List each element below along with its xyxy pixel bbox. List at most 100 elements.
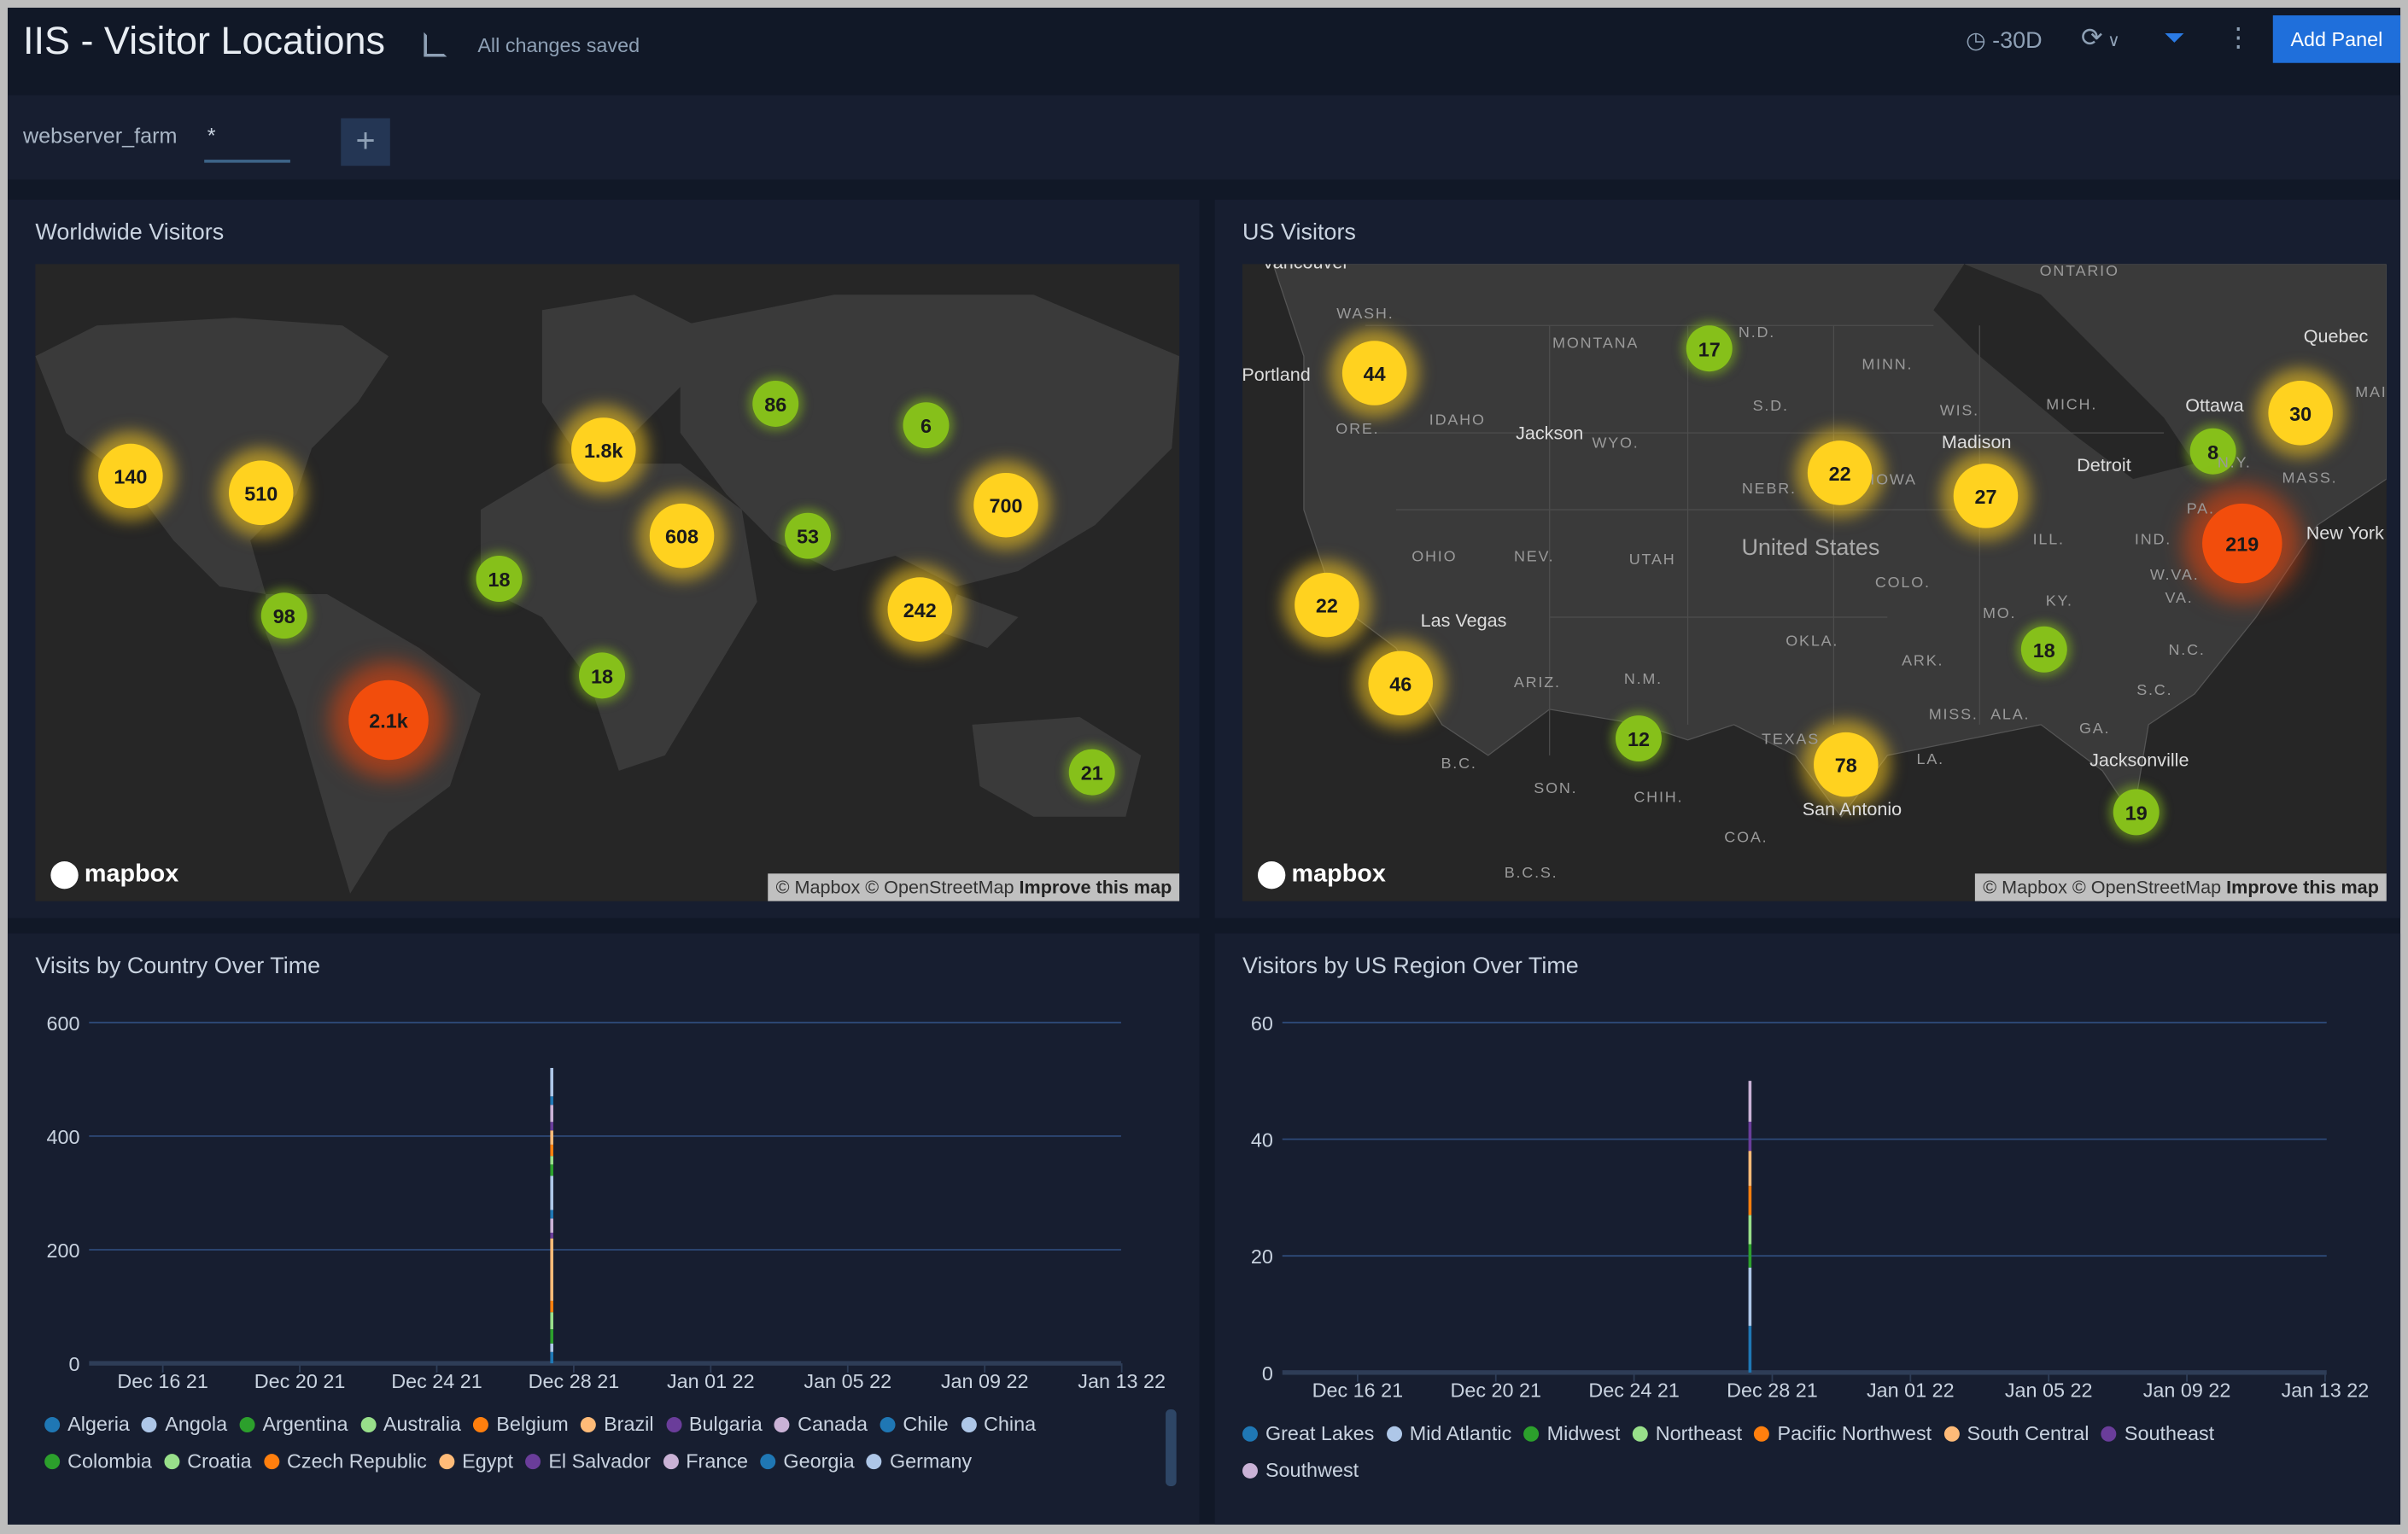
state-label: MINN. [1862, 357, 1914, 374]
legend-swatch [665, 1416, 681, 1432]
map-cluster-marker[interactable]: 18 [2020, 626, 2067, 673]
map-cluster-marker[interactable]: 1.8k [571, 417, 636, 482]
filter-bar: webserver_farm * + [7, 95, 2401, 180]
map-cluster-marker[interactable]: 27 [1953, 464, 2019, 528]
map-cluster-marker[interactable]: 22 [1807, 440, 1873, 505]
state-label: N.M. [1623, 671, 1663, 689]
legend-label: Colombia [67, 1449, 152, 1473]
legend-scrollbar[interactable] [1166, 1409, 1177, 1486]
legend-item[interactable]: Northeast [1632, 1421, 1742, 1444]
visitors-by-us-region-panel: Visitors by US Region Over Time 0 20 40 60 D… [1214, 933, 2401, 1525]
mapbox-logo[interactable]: mapbox [1257, 860, 1386, 889]
legend-item[interactable]: Southwest [1242, 1459, 1359, 1482]
legend-swatch [525, 1453, 541, 1469]
legend-item[interactable]: Pacific Northwest [1754, 1421, 1932, 1444]
legend-item[interactable]: Midwest [1523, 1421, 1620, 1444]
legend-item[interactable]: El Salvador [525, 1449, 651, 1473]
us-map[interactable]: mapbox © Mapbox © OpenStreetMap Improve … [1242, 264, 2387, 901]
mapbox-icon [50, 860, 79, 889]
legend-item[interactable]: Great Lakes [1242, 1421, 1374, 1444]
map-cluster-marker[interactable]: 608 [649, 503, 715, 569]
add-panel-button[interactable]: Add Panel [2272, 15, 2401, 63]
map-cluster-marker[interactable]: 21 [1068, 749, 1115, 796]
map-cluster-marker[interactable]: 6 [903, 402, 950, 449]
legend-label: Canada [798, 1412, 868, 1436]
map-cluster-marker[interactable]: 46 [1368, 650, 1434, 716]
map-cluster-marker[interactable]: 30 [2268, 381, 2333, 446]
improve-map-link[interactable]: Improve this map [2226, 877, 2379, 898]
legend-item[interactable]: Egypt [439, 1449, 513, 1473]
legend-item[interactable]: Bulgaria [665, 1413, 763, 1436]
map-cluster-marker[interactable]: 2.1k [348, 680, 429, 761]
state-label: MICH. [2046, 396, 2098, 414]
visitors-by-region-chart[interactable]: 0 20 40 60 Dec 16 21 Dec 20 21 Dec 24 21 Dec 28… [1215, 933, 2400, 1409]
map-cluster-marker[interactable]: 18 [579, 652, 625, 699]
legend-item[interactable]: Canada [774, 1413, 868, 1436]
legend-swatch [663, 1453, 679, 1469]
y-tick-label: 400 [47, 1126, 80, 1148]
time-range-button[interactable]: ◷ -30D [1966, 26, 2043, 54]
filter-value-input[interactable]: * [204, 123, 290, 163]
bar-segment [550, 1218, 553, 1234]
state-label: WYO. [1592, 435, 1639, 452]
legend-label: Czech Republic [287, 1449, 427, 1473]
worldwide-map[interactable]: mapbox © Mapbox © OpenStreetMap Improve … [35, 264, 1180, 901]
refresh-button[interactable]: ⟳ ∨ [2081, 23, 2120, 54]
attribution-text[interactable]: © Mapbox © OpenStreetMap [1983, 877, 2221, 898]
map-cluster-marker[interactable]: 98 [260, 592, 307, 639]
state-label: MASS. [2282, 470, 2338, 488]
map-cluster-marker[interactable]: 17 [1686, 325, 1733, 372]
y-tick-label: 0 [1262, 1362, 1273, 1385]
legend-item[interactable]: Czech Republic [264, 1449, 427, 1473]
legend-label: Mid Atlantic [1409, 1421, 1512, 1445]
legend-item[interactable]: Algeria [44, 1413, 130, 1436]
legend-item[interactable]: Angola [142, 1413, 227, 1436]
refresh-icon: ⟳ [2080, 22, 2103, 53]
map-cluster-marker[interactable]: 242 [887, 577, 953, 642]
improve-map-link[interactable]: Improve this map [1020, 877, 1172, 898]
map-cluster-marker[interactable]: 12 [1616, 715, 1662, 762]
more-options-icon[interactable]: ⋮ [2225, 23, 2252, 54]
map-cluster-marker[interactable]: 700 [973, 472, 1038, 538]
visits-by-country-chart[interactable]: 0 200 400 600 Dec 16 21 Dec 20 21 Dec 24 21 Dec… [8, 933, 1200, 1394]
legend-item[interactable]: Croatia [164, 1449, 252, 1473]
state-label: LA. [1916, 751, 1944, 769]
share-icon[interactable] [424, 32, 447, 57]
legend-item[interactable]: Southeast [2101, 1421, 2214, 1444]
map-cluster-marker[interactable]: 510 [228, 460, 294, 526]
x-tick-label: Jan 09 22 [2143, 1379, 2231, 1402]
legend-item[interactable]: France [663, 1449, 748, 1473]
map-cluster-marker[interactable]: 18 [476, 556, 523, 603]
bar-segment [550, 1068, 553, 1097]
bar-segment [550, 1175, 553, 1210]
map-cluster-marker[interactable]: 86 [752, 381, 799, 427]
legend-item[interactable]: Georgia [760, 1449, 855, 1473]
legend-item[interactable]: Argentina [239, 1413, 348, 1436]
legend-item[interactable]: Australia [359, 1413, 461, 1436]
legend-item[interactable]: Chile [880, 1413, 949, 1436]
x-tick-label: Dec 20 21 [1450, 1379, 1541, 1402]
legend-item[interactable]: Germany [866, 1449, 972, 1473]
map-cluster-marker[interactable]: 140 [98, 443, 163, 509]
legend-item[interactable]: China [961, 1413, 1036, 1436]
map-cluster-marker[interactable]: 19 [2113, 789, 2160, 836]
x-tick-label: Jan 09 22 [941, 1370, 1029, 1392]
add-filter-button[interactable]: + [341, 118, 390, 166]
bar-segment [1748, 1326, 1752, 1373]
legend-item[interactable]: Mid Atlantic [1386, 1421, 1512, 1445]
bar-segment [1748, 1267, 1752, 1327]
map-cluster-marker[interactable]: 22 [1295, 572, 1359, 638]
legend-item[interactable]: Brazil [581, 1413, 654, 1436]
mapbox-logo[interactable]: mapbox [50, 860, 178, 889]
attribution-text[interactable]: © Mapbox © OpenStreetMap [776, 877, 1014, 898]
y-tick-label: 0 [69, 1353, 80, 1375]
map-cluster-marker[interactable]: 78 [1814, 732, 1879, 797]
filter-icon[interactable]: ⏷ [2164, 23, 2184, 54]
map-cluster-marker[interactable]: 53 [785, 512, 831, 559]
legend-swatch [164, 1453, 180, 1469]
legend-item[interactable]: South Central [1943, 1421, 2089, 1444]
legend-item[interactable]: Colombia [44, 1449, 152, 1473]
bar-segment [550, 1210, 553, 1219]
legend-item[interactable]: Belgium [473, 1413, 569, 1436]
map-cluster-marker[interactable]: 44 [1341, 341, 1407, 405]
